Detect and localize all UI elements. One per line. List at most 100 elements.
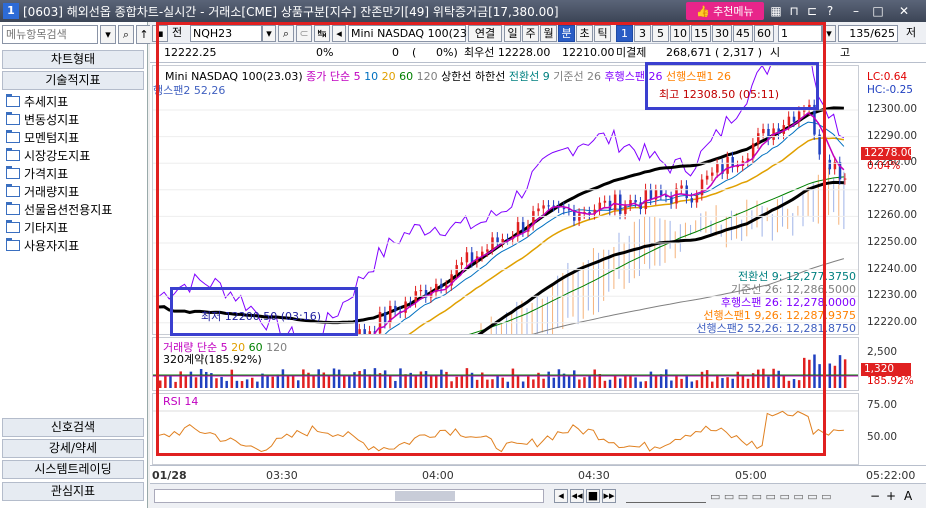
period-tick-button[interactable]: 틱 (594, 25, 611, 42)
grid-icon[interactable]: ▦ (768, 3, 784, 19)
tree-item-other[interactable]: 기타지표 (6, 218, 112, 236)
period-week-button[interactable]: 주 (522, 25, 539, 42)
search-icon[interactable]: ⌕ (278, 25, 294, 42)
volume-panel[interactable]: 거래량 단순 5 20 60 120 320계약(185.92%) (152, 337, 859, 391)
volume-bar (424, 371, 428, 388)
scrollbar-thumb[interactable] (395, 491, 455, 501)
open-interest-label: 미결제 (616, 46, 647, 59)
maximize-icon[interactable]: □ (870, 3, 886, 19)
volume-bar (838, 355, 842, 388)
ichimoku-readout: 전환선 9: 12,277.3750 기준선 26: 12,286.5000 후행스… (696, 270, 856, 334)
zoom-in-icon[interactable]: + (886, 489, 896, 506)
volume-bar (358, 370, 361, 388)
tree-item-trend[interactable]: 추세지표 (6, 92, 112, 110)
volume-bar (501, 377, 504, 388)
interval-1-button[interactable]: 1 (616, 25, 633, 42)
volume-bar (762, 368, 765, 388)
tree-item-market-strength[interactable]: 시장강도지표 (6, 146, 112, 164)
period-month-button[interactable]: 월 (540, 25, 557, 42)
period-minute-button[interactable]: 분 (558, 25, 575, 42)
link-icon[interactable]: ⊂ (296, 25, 312, 42)
readout-line: 선행스팬1 9,26: 12,287.9375 (703, 309, 856, 322)
price-panel[interactable]: Mini NASDAQ 100(23.03) 종가 단순 5 10 20 60 … (152, 65, 859, 335)
tree-item-volatility[interactable]: 변동성지표 (6, 110, 112, 128)
unpin-icon[interactable]: ⊏ (804, 3, 820, 19)
volume-bar (455, 376, 458, 388)
interval-value-field[interactable]: 1 (778, 25, 822, 42)
candle (670, 196, 673, 204)
save-label[interactable]: 저 (906, 25, 924, 42)
dropdown-icon[interactable]: ▾ (822, 25, 836, 42)
volume-bar (337, 369, 341, 388)
search-icon[interactable]: ⌕ (118, 25, 134, 44)
menu-search-input[interactable] (2, 25, 98, 44)
volume-bar (511, 368, 515, 388)
recommend-menu-button[interactable]: 👍 추천메뉴 (686, 2, 764, 20)
legend-item: 종가 단순 (306, 70, 351, 83)
link-button[interactable]: 연결 (468, 25, 502, 42)
system-trading-button[interactable]: 시스템트레이딩 (2, 460, 144, 479)
pin-icon[interactable]: ⊓ (786, 3, 802, 19)
prev-icon[interactable]: ◂ (554, 489, 568, 503)
rsi-panel[interactable]: RSI 14 (152, 393, 859, 465)
volume-bar (389, 375, 392, 388)
tree-item-momentum[interactable]: 모멘텀지표 (6, 128, 112, 146)
favorite-indicator-button[interactable]: 관심지표 (2, 482, 144, 501)
interval-5-button[interactable]: 5 (652, 25, 669, 42)
tree-item-volume[interactable]: 거래량지표 (6, 182, 112, 200)
volume-bar (639, 381, 642, 388)
rewind-icon[interactable]: ◂◂ (570, 489, 584, 503)
volume-bar (291, 376, 295, 388)
interval-30-button[interactable]: 30 (712, 25, 732, 42)
period-day-button[interactable]: 일 (504, 25, 521, 42)
checkbox-icon[interactable]: ▪ (152, 25, 168, 42)
folder-icon (6, 129, 20, 143)
interval-15-button[interactable]: 15 (691, 25, 711, 42)
volume-bar (235, 380, 239, 388)
signal-search-button[interactable]: 신호검색 (2, 418, 144, 437)
swap-icon[interactable]: ↹ (314, 25, 330, 42)
bull-bear-button[interactable]: 강세/약세 (2, 439, 144, 458)
time-label: 05:00 (735, 469, 767, 482)
dropdown-icon[interactable]: ▾ (100, 25, 116, 44)
bar-count-field[interactable]: 135/625 (838, 25, 898, 42)
candle (685, 185, 688, 199)
tree-item-user[interactable]: 사용자지표 (6, 236, 112, 254)
volume-bar (164, 375, 167, 388)
help-icon[interactable]: ? (822, 3, 838, 19)
forward-icon[interactable]: ▸▸ (602, 489, 616, 503)
tools-icon[interactable]: ▭ ▭ ▭ ▭ ▭ ▭ ▭ ▭ ▭ (710, 489, 832, 506)
volume-bar (603, 380, 607, 388)
scrollbar[interactable] (154, 489, 544, 503)
zoom-out-icon[interactable]: − (870, 489, 880, 506)
tree-item-price[interactable]: 가격지표 (6, 164, 112, 182)
close-icon[interactable]: ✕ (896, 3, 912, 19)
rsi-tick: 75.00 (867, 399, 898, 411)
symbol-code-input[interactable]: NQH23 (190, 25, 262, 42)
volume-bar (711, 381, 714, 388)
volume-bar (705, 370, 709, 388)
volume-bar (179, 371, 182, 388)
interval-10-button[interactable]: 10 (670, 25, 690, 42)
front-month-label: 전 (172, 26, 183, 39)
current-pct-label: 0.04% (867, 160, 901, 172)
text-icon[interactable]: A (904, 489, 912, 506)
period-second-button[interactable]: 초 (576, 25, 593, 42)
volume-bar (527, 376, 530, 388)
volume-bar (332, 368, 336, 388)
volume-bar (649, 371, 653, 388)
dropdown-icon[interactable]: ▾ (262, 25, 276, 42)
stop-icon[interactable]: ■ (586, 489, 600, 503)
chart-type-button[interactable]: 차트형태 (2, 50, 144, 69)
interval-45-button[interactable]: 45 (733, 25, 753, 42)
time-label: 04:30 (578, 469, 610, 482)
tree-item-futures-options[interactable]: 선물옵션전용지표 (6, 200, 112, 218)
thumbs-up-icon: 👍 (696, 4, 711, 18)
tech-indicator-header[interactable]: 기술적지표 (2, 71, 144, 90)
nav-left-icon[interactable]: ◂ (332, 25, 346, 42)
volume-bar (782, 376, 786, 388)
zoom-slider[interactable] (626, 489, 706, 503)
minimize-icon[interactable]: – (848, 3, 864, 19)
interval-60-button[interactable]: 60 (754, 25, 774, 42)
interval-3-button[interactable]: 3 (634, 25, 651, 42)
